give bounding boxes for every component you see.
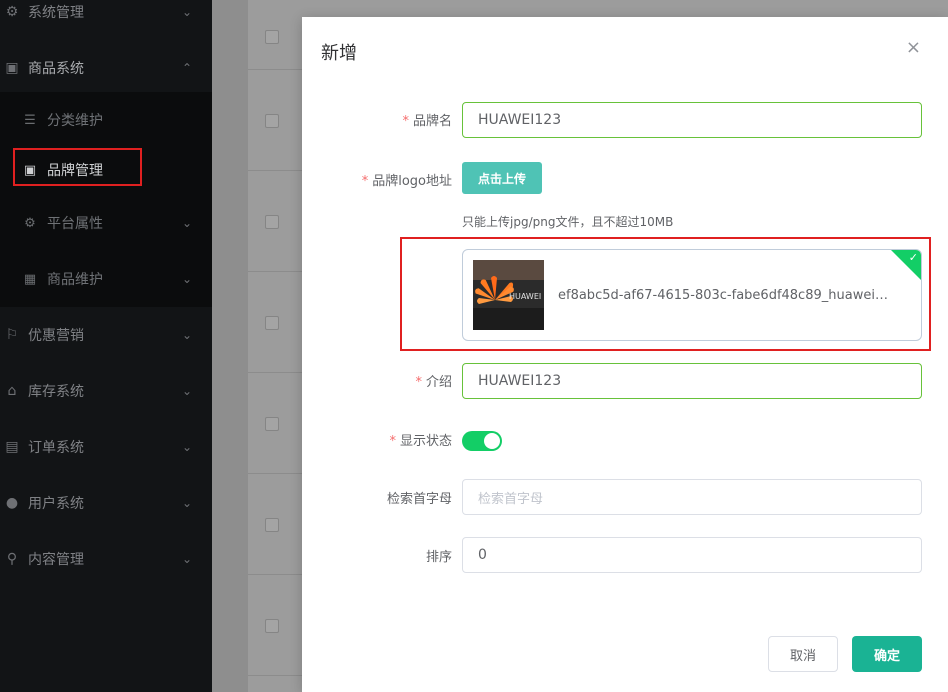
sidebar-subitem-label: 品牌管理 (47, 163, 103, 179)
sidebar-item-label: 内容管理 (28, 552, 84, 568)
brand-name-label: * 品牌名 (402, 114, 452, 129)
intro-label: * 介绍 (415, 375, 452, 390)
sidebar-subitem-brand[interactable]: ▣ 品牌管理 (0, 142, 212, 198)
sidebar-item-label: 库存系统 (28, 384, 84, 400)
sidebar-item-system[interactable]: ⚙ 系统管理 ⌄ (0, 0, 212, 40)
sort-input[interactable]: 0 (462, 537, 922, 573)
chevron-down-icon: ⌄ (181, 216, 192, 230)
chevron-down-icon: ⌄ (181, 272, 192, 286)
row-checkbox[interactable] (265, 518, 279, 532)
goods-icon: ▣ (5, 60, 19, 76)
logo-thumbnail: HUAWEI (473, 260, 544, 330)
sidebar-subitem-label: 分类维护 (47, 113, 103, 129)
first-letter-input[interactable]: 检索首字母 (462, 479, 922, 515)
chevron-down-icon: ⌄ (181, 328, 192, 342)
sidebar-item-content[interactable]: ⚲ 内容管理 ⌄ (0, 531, 212, 587)
first-letter-label: 检索首字母 (386, 492, 452, 507)
sidebar-subitem-category[interactable]: ☰ 分类维护 (0, 92, 212, 148)
sidebar-subitem-attributes[interactable]: ⚙ 平台属性 ⌄ (0, 195, 212, 251)
chevron-down-icon: ⌄ (181, 5, 192, 19)
sidebar-item-label: 商品系统 (28, 61, 84, 77)
chevron-down-icon: ⌄ (181, 496, 192, 510)
sidebar-item-orders[interactable]: ▤ 订单系统 ⌄ (0, 419, 212, 475)
search-icon: ⚲ (6, 551, 18, 567)
brand-name-input[interactable]: HUAWEI123 (462, 102, 922, 138)
row-checkbox[interactable] (265, 30, 279, 44)
cancel-button[interactable]: 取消 (768, 636, 838, 672)
status-label: * 显示状态 (389, 434, 452, 449)
sidebar-subitem-label: 平台属性 (47, 216, 103, 232)
sidebar-item-users[interactable]: ● 用户系统 ⌄ (0, 475, 212, 531)
check-icon: ✓ (908, 251, 918, 264)
thumbnail-text: HUAWEI (509, 292, 541, 301)
chevron-down-icon: ⌄ (181, 440, 192, 454)
sort-label: 排序 (425, 550, 452, 565)
switch-knob (484, 433, 500, 449)
dialog-title: 新增 (321, 43, 357, 64)
status-switch[interactable] (462, 431, 502, 451)
brand-icon: ▣ (23, 162, 37, 178)
row-checkbox[interactable] (265, 417, 279, 431)
list-icon: ☰ (24, 112, 36, 128)
sidebar-item-goods[interactable]: ▣ 商品系统 ⌃ (0, 40, 212, 96)
sidebar-item-label: 优惠营销 (28, 328, 84, 344)
chevron-up-icon: ⌃ (181, 61, 192, 75)
upload-button[interactable]: 点击上传 (462, 162, 542, 194)
sidebar-item-label: 订单系统 (28, 440, 84, 456)
confirm-button[interactable]: 确定 (852, 636, 922, 672)
chevron-down-icon: ⌄ (181, 552, 192, 566)
grid-icon: ▦ (23, 271, 37, 287)
sidebar-subitem-goods-maintain[interactable]: ▦ 商品维护 ⌄ (0, 251, 212, 307)
row-checkbox[interactable] (265, 619, 279, 633)
sidebar-subitem-label: 商品维护 (47, 272, 103, 288)
sidebar-item-marketing[interactable]: ⚐ 优惠营销 ⌄ (0, 307, 212, 363)
gear-icon: ⚙ (24, 215, 36, 231)
sidebar: ⚙ 系统管理 ⌄ ▣ 商品系统 ⌃ ☰ 分类维护 ▣ 品牌管理 ⚙ 平台属性 ⌄… (0, 0, 212, 692)
sidebar-item-label: 系统管理 (28, 5, 84, 21)
gear-icon: ⚙ (5, 4, 19, 20)
close-icon[interactable]: × (906, 37, 921, 58)
sidebar-item-label: 用户系统 (28, 496, 84, 512)
home-icon: ⌂ (7, 383, 17, 399)
row-checkbox[interactable] (265, 114, 279, 128)
chevron-down-icon: ⌄ (181, 384, 192, 398)
uploaded-file-card[interactable]: HUAWEI ef8abc5d-af67-4615-803c-fabe6df48… (462, 249, 922, 341)
marketing-icon: ⚐ (5, 327, 19, 343)
upload-tip: 只能上传jpg/png文件，且不超过10MB (462, 215, 674, 229)
row-checkbox[interactable] (265, 215, 279, 229)
uploaded-file-name: ef8abc5d-af67-4615-803c-fabe6df48c89_hua… (558, 288, 888, 303)
order-icon: ▤ (5, 439, 19, 455)
intro-input[interactable]: HUAWEI123 (462, 363, 922, 399)
add-brand-dialog: 新增 × * 品牌名 HUAWEI123 * 品牌logo地址 点击上传 只能上传j… (302, 17, 948, 692)
row-checkbox[interactable] (265, 316, 279, 330)
sidebar-item-inventory[interactable]: ⌂ 库存系统 ⌄ (0, 363, 212, 419)
logo-label: * 品牌logo地址 (361, 174, 452, 189)
user-icon: ● (5, 495, 19, 511)
